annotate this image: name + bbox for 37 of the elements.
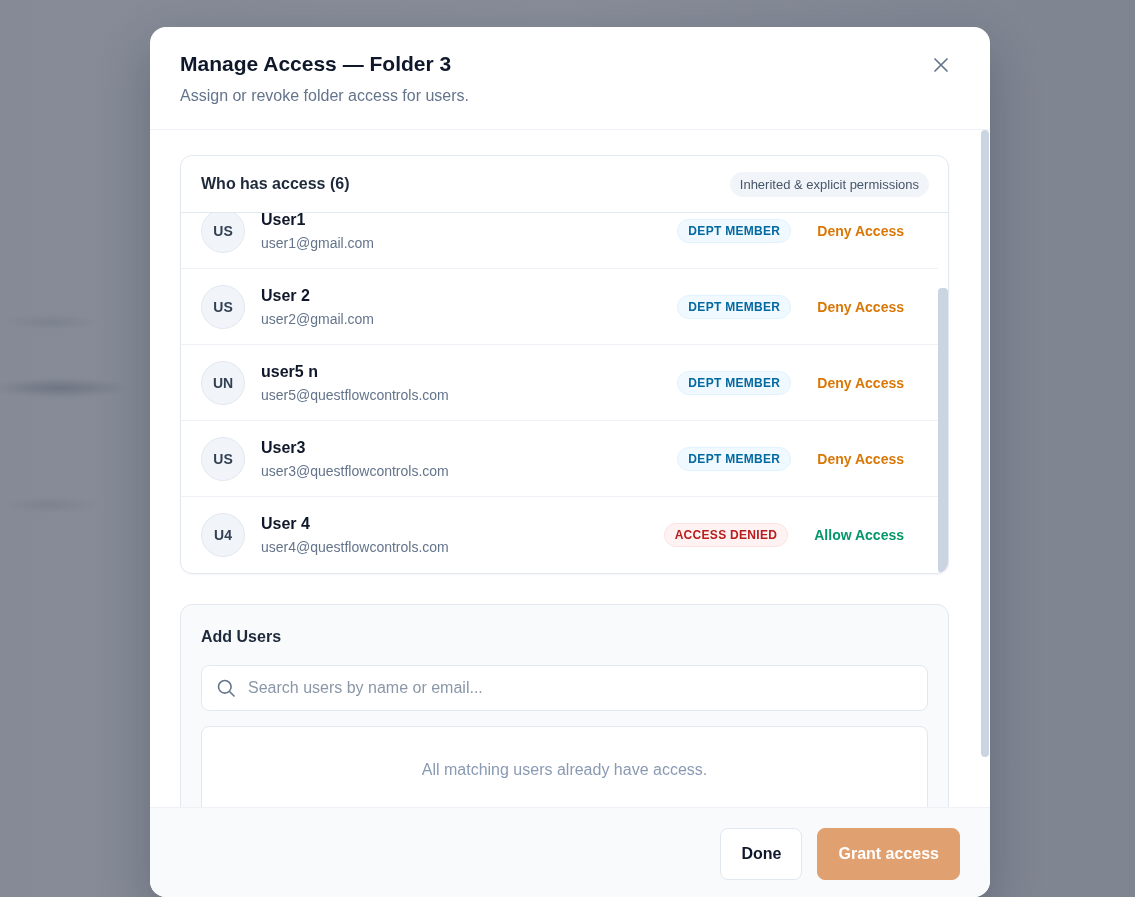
user-name: User3 xyxy=(261,437,306,458)
search-icon xyxy=(217,679,235,697)
user-email: user2@gmail.com xyxy=(261,309,375,329)
access-badge: DEPT MEMBER xyxy=(677,446,792,471)
permissions-chip: Inherited & explicit permissions xyxy=(729,171,929,197)
scrollbar[interactable] xyxy=(938,288,948,573)
access-badge: DEPT MEMBER xyxy=(677,218,792,243)
user-name: User1 xyxy=(261,213,306,230)
access-badge: DEPT MEMBER xyxy=(677,294,792,319)
user-name: User 2 xyxy=(261,285,310,306)
access-badge: ACCESS DENIED xyxy=(663,522,789,547)
user-avatar: US xyxy=(201,436,245,481)
user-avatar: U4 xyxy=(201,512,245,557)
user-avatar: UN xyxy=(201,360,245,405)
access-badge: DEPT MEMBER xyxy=(677,370,792,395)
access-action-link[interactable]: Deny Access xyxy=(817,374,904,391)
user-avatar: US xyxy=(201,213,245,253)
access-action-link[interactable]: Deny Access xyxy=(817,222,904,239)
close-icon[interactable] xyxy=(934,58,948,72)
search-field[interactable]: Search users by name or email... xyxy=(201,665,928,711)
user-name: User 4 xyxy=(261,513,310,534)
user-email: user5@questflowcontrols.com xyxy=(261,385,449,405)
user-avatar: US xyxy=(201,284,245,329)
access-action-link[interactable]: Deny Access xyxy=(817,298,904,315)
empty-message: All matching users already have access. xyxy=(421,760,708,780)
scrollbar[interactable] xyxy=(981,130,989,757)
user-name: user5 n xyxy=(261,361,318,382)
access-action-link[interactable]: Deny Access xyxy=(817,450,904,467)
dialog-title: Manage Access — Folder 3 xyxy=(180,51,452,77)
access-action-link[interactable]: Allow Access xyxy=(814,526,904,543)
dialog-subtitle: Assign or revoke folder access for users. xyxy=(180,86,469,106)
user-email: user1@gmail.com xyxy=(261,233,375,253)
user-email: user3@questflowcontrols.com xyxy=(261,461,449,481)
user-email: user4@questflowcontrols.com xyxy=(261,537,449,557)
section-title: Add Users xyxy=(201,627,282,647)
done-button[interactable]: Done xyxy=(720,828,803,880)
section-title: Who has access (6) xyxy=(201,175,350,193)
